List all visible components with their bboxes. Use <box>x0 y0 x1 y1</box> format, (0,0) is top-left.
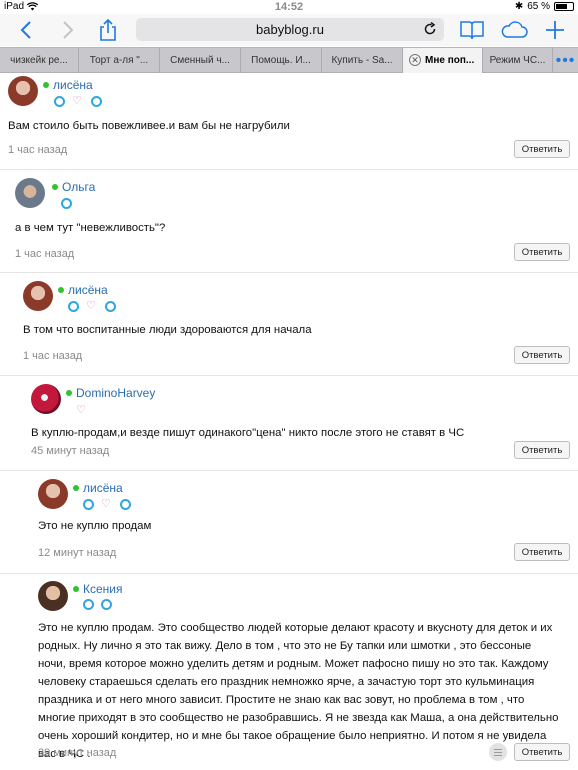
avatar[interactable] <box>15 178 45 208</box>
tab-5-label: Мне поп... <box>425 55 475 66</box>
tab-bar: чизкейк ре... Торт а-ля "... Сменный ч..… <box>0 47 578 73</box>
avatar[interactable] <box>31 384 61 414</box>
avatar[interactable] <box>8 76 38 106</box>
comment: лисёна ♡ Вам стоило быть повежливее.и ва… <box>0 74 578 170</box>
badges <box>83 599 112 610</box>
heart-badge-icon: ♡ <box>86 300 96 312</box>
comment-author[interactable]: Ксения <box>83 582 123 596</box>
address-bar[interactable]: babyblog.ru <box>136 18 444 41</box>
reply-button[interactable]: Ответить <box>514 441 570 459</box>
share-button[interactable] <box>94 16 122 44</box>
plus-icon <box>546 21 564 39</box>
heart-badge-icon: ♡ <box>101 498 111 510</box>
status-time: 14:52 <box>274 1 304 13</box>
comment-time: 39 минут назад <box>38 747 117 759</box>
back-button[interactable] <box>12 16 40 44</box>
badge-icon <box>68 301 79 312</box>
comment-author[interactable]: DominoHarvey <box>76 386 155 400</box>
badge-icon <box>120 499 131 510</box>
online-indicator <box>73 485 79 491</box>
online-indicator <box>73 586 79 592</box>
reload-icon[interactable] <box>423 22 437 36</box>
badge-icon <box>101 599 112 610</box>
online-indicator <box>43 82 49 88</box>
reply-button[interactable]: Ответить <box>514 743 570 761</box>
reply-button[interactable]: Ответить <box>514 140 570 158</box>
comment-text: Это не куплю продам <box>38 520 152 532</box>
comment-author[interactable]: лисёна <box>83 481 123 495</box>
comment-text: а в чем тут "невежливость"? <box>15 222 166 234</box>
badges: ♡ <box>76 404 88 416</box>
tab-3[interactable]: Помощь. И... <box>241 48 322 73</box>
icloud-tabs-button[interactable] <box>500 16 528 44</box>
avatar[interactable] <box>38 581 68 611</box>
address-text: babyblog.ru <box>256 22 324 37</box>
tab-4[interactable]: Купить - Sa... <box>322 48 403 73</box>
reply-button[interactable]: Ответить <box>514 243 570 261</box>
new-tab-button[interactable] <box>541 16 569 44</box>
comment: Ксения Это не куплю продам. Это сообщест… <box>0 575 578 770</box>
menu-icon[interactable] <box>489 743 507 761</box>
book-icon <box>460 21 484 40</box>
comment-text: Вам стоило быть повежливее.и вам бы не н… <box>8 120 290 132</box>
online-indicator <box>52 184 58 190</box>
chevron-left-icon <box>20 21 31 39</box>
tab-5[interactable]: ✕ Мне поп... <box>403 48 483 73</box>
badge-icon <box>91 96 102 107</box>
badges: ♡ <box>68 301 116 312</box>
badges: ♡ <box>54 96 102 107</box>
badge-icon <box>105 301 116 312</box>
bookmarks-button[interactable] <box>458 16 486 44</box>
online-indicator <box>66 390 72 396</box>
comment-author[interactable]: лисёна <box>68 283 108 297</box>
cloud-icon <box>501 21 528 38</box>
comment-text: В том что воспитанные люди здороваются д… <box>23 324 312 336</box>
badge-icon <box>61 198 72 209</box>
comment-time: 45 минут назад <box>31 445 110 457</box>
comment-text: В куплю-продам,и везде пишут одинакого"ц… <box>31 427 465 439</box>
comment: DominoHarvey ♡ В куплю-продам,и везде пи… <box>0 377 578 471</box>
battery-percent: 65 % <box>527 1 550 12</box>
forward-button[interactable] <box>54 16 82 44</box>
badge-icon <box>83 499 94 510</box>
tab-2[interactable]: Сменный ч... <box>160 48 241 73</box>
comment: Ольга а в чем тут "невежливость"? 1 час … <box>0 171 578 273</box>
comment: лисёна ♡ В том что воспитанные люди здор… <box>0 274 578 376</box>
online-indicator <box>58 287 64 293</box>
more-tabs-button[interactable]: ••• <box>553 48 578 73</box>
badge-icon <box>83 599 94 610</box>
comment: лисёна ♡ Это не куплю продам 12 минут на… <box>0 472 578 574</box>
browser-toolbar: babyblog.ru <box>0 14 578 46</box>
reply-button[interactable]: Ответить <box>514 346 570 364</box>
reply-button[interactable]: Ответить <box>514 543 570 561</box>
battery-icon <box>554 2 574 11</box>
badges: ♡ <box>83 499 131 510</box>
comments-thread: лисёна ♡ Вам стоило быть повежливее.и ва… <box>0 74 578 770</box>
close-tab-icon[interactable]: ✕ <box>409 54 421 66</box>
comment-time: 1 час назад <box>8 144 68 156</box>
tab-0[interactable]: чизкейк ре... <box>0 48 79 73</box>
bluetooth-icon: ✱ <box>514 1 524 12</box>
badges <box>61 198 72 209</box>
chevron-right-icon <box>63 21 74 39</box>
tab-1[interactable]: Торт а-ля "... <box>79 48 160 73</box>
comment-text: Это не куплю продам. Это сообщество люде… <box>38 622 559 760</box>
comment-time: 1 час назад <box>23 350 83 362</box>
badge-icon <box>54 96 65 107</box>
comment-time: 12 минут назад <box>38 547 117 559</box>
status-bar: iPad 14:52 ✱ 65 % <box>0 0 578 14</box>
share-icon <box>100 18 116 41</box>
comment-author[interactable]: лисёна <box>53 78 93 92</box>
comment-author[interactable]: Ольга <box>62 180 95 194</box>
avatar[interactable] <box>38 479 68 509</box>
comment-time: 1 час назад <box>15 248 75 260</box>
heart-badge-icon: ♡ <box>72 95 82 107</box>
tab-6[interactable]: Режим ЧС... <box>483 48 553 73</box>
avatar[interactable] <box>23 281 53 311</box>
heart-badge-icon: ♡ <box>76 404 86 416</box>
